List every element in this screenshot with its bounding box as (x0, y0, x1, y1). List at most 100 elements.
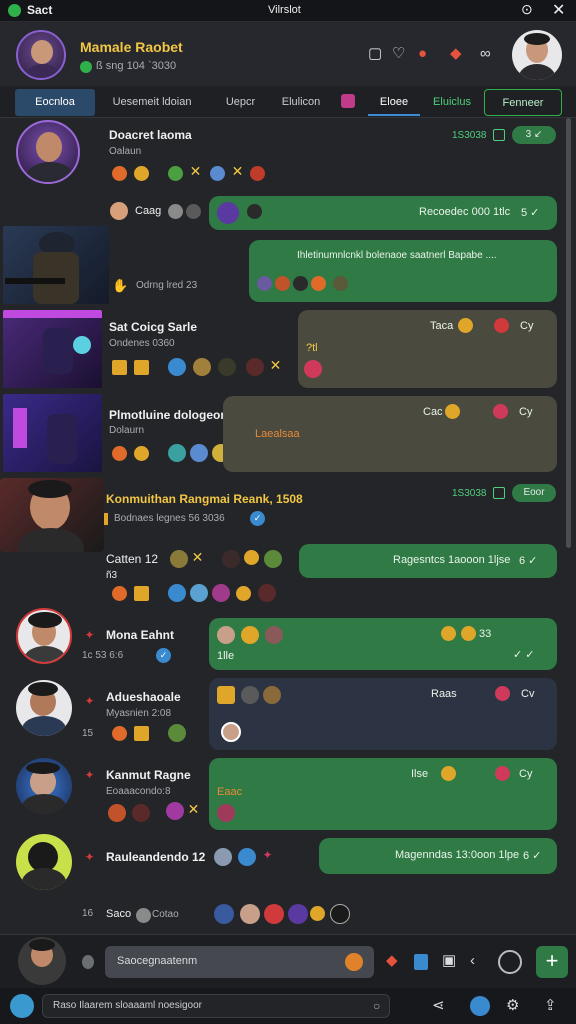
reaction-icon[interactable] (212, 584, 230, 602)
reaction-icon[interactable] (134, 446, 149, 461)
clock-icon[interactable] (498, 950, 522, 974)
message-bubble[interactable]: Cac Cy Laealsaa (223, 396, 557, 472)
reaction-icon[interactable] (311, 276, 326, 291)
message-input[interactable]: Saocegnaatenm (105, 946, 374, 978)
reaction-icon[interactable] (136, 908, 151, 923)
media-thumbnail[interactable] (3, 226, 109, 304)
reaction-icon[interactable] (168, 166, 183, 181)
reaction-icon[interactable] (250, 166, 265, 181)
tab-eocnloa[interactable]: Eocnloa (15, 89, 95, 116)
reaction-icon[interactable] (458, 318, 473, 333)
tab-fenneer[interactable]: Fenneer (484, 89, 562, 116)
reaction-icon[interactable] (186, 204, 201, 219)
reaction-icon[interactable] (445, 404, 460, 419)
message-bubble[interactable]: Magenndas 13:0oon 1lpe 6 ✓ (319, 838, 557, 874)
sticker-icon[interactable] (341, 94, 355, 108)
profile-avatar[interactable] (512, 30, 562, 80)
reaction-icon[interactable] (275, 276, 290, 291)
add-button[interactable]: + (536, 946, 568, 978)
reaction-icon[interactable] (217, 202, 239, 224)
reaction-icon[interactable] (217, 626, 235, 644)
reaction-icon[interactable] (264, 904, 284, 924)
location-icon[interactable]: ◆ (386, 951, 398, 971)
reaction-icon[interactable] (217, 686, 235, 704)
reaction-icon[interactable] (214, 848, 232, 866)
like-icon[interactable]: ✋ (112, 276, 128, 296)
scrollbar[interactable] (566, 118, 571, 548)
tab-elulicon[interactable]: Elulicon (272, 89, 330, 116)
search-icon[interactable]: ○ (373, 999, 380, 1013)
reaction-icon[interactable]: ✕ (186, 802, 201, 817)
reaction-icon[interactable] (166, 802, 184, 820)
reaction-icon[interactable] (108, 804, 126, 822)
reaction-icon[interactable] (132, 804, 150, 822)
avatar[interactable] (16, 680, 72, 736)
reaction-icon[interactable] (493, 404, 508, 419)
reaction-icon[interactable] (168, 358, 186, 376)
reaction-icon[interactable] (293, 276, 308, 291)
reaction-icon[interactable] (240, 904, 260, 924)
settings-icon[interactable]: ⚙ (506, 996, 519, 1016)
media-thumbnail[interactable] (3, 394, 102, 472)
reaction-icon[interactable] (214, 904, 234, 924)
avatar[interactable] (110, 202, 128, 220)
tab-eloee[interactable]: Eloee (368, 89, 420, 116)
avatar[interactable] (16, 758, 72, 814)
reaction-icon[interactable]: ✦ (260, 848, 275, 863)
message-bubble[interactable]: Raas Cv (209, 678, 557, 750)
mute-icon[interactable]: ● (418, 44, 427, 64)
reaction-icon[interactable] (495, 686, 510, 701)
avatar[interactable] (0, 478, 104, 552)
reaction-icon[interactable]: ✕ (188, 164, 203, 179)
reaction-icon[interactable] (168, 584, 186, 602)
reaction-icon[interactable] (190, 444, 208, 462)
reaction-icon[interactable]: ✕ (190, 550, 205, 565)
tab-uepcr[interactable]: Uepcr (213, 89, 268, 116)
call-icon[interactable]: ♡ (392, 44, 405, 64)
reaction-icon[interactable] (265, 626, 283, 644)
reaction-icon[interactable] (247, 204, 262, 219)
reaction-icon[interactable] (112, 360, 127, 375)
reaction-icon[interactable] (168, 204, 183, 219)
chat-icon[interactable] (470, 996, 490, 1016)
reaction-icon[interactable] (310, 906, 325, 921)
reaction-icon[interactable] (244, 550, 259, 565)
avatar[interactable] (16, 608, 72, 664)
upload-icon[interactable]: ⇪ (544, 996, 557, 1016)
avatar[interactable] (16, 834, 72, 890)
reaction-icon[interactable] (193, 358, 211, 376)
tab-eluiclus[interactable]: Eluiclus (424, 89, 480, 116)
reaction-icon[interactable] (222, 550, 240, 568)
search-input[interactable]: Raso Ilaarem sloaaaml noesigoor ○ (42, 994, 390, 1018)
avatar[interactable] (16, 30, 66, 80)
reaction-icon[interactable]: ✕ (230, 164, 245, 179)
reaction-icon[interactable] (263, 686, 281, 704)
reaction-icon[interactable] (441, 626, 456, 641)
message-bubble[interactable]: Ragesntcs 1aooon 1ljse 6 ✓ (299, 544, 557, 578)
message-bubble[interactable]: 33 1lle ✓ ✓ (209, 618, 557, 670)
reaction-icon[interactable] (257, 276, 272, 291)
message-bubble[interactable]: Recoedec 000 1tlc 5 ✓ (209, 196, 557, 230)
close-icon[interactable]: ✕ (552, 0, 565, 20)
reaction-icon[interactable] (241, 686, 259, 704)
reaction-icon[interactable] (190, 584, 208, 602)
reaction-icon[interactable] (461, 626, 476, 641)
reaction-icon[interactable] (168, 444, 186, 462)
reply-icon[interactable] (493, 487, 505, 499)
reaction-icon[interactable] (134, 586, 149, 601)
reaction-icon[interactable] (210, 166, 225, 181)
reaction-icon[interactable] (112, 446, 127, 461)
reaction-icon[interactable] (221, 722, 241, 742)
reaction-icon[interactable] (236, 586, 251, 601)
reaction-icon[interactable] (134, 166, 149, 181)
media-thumbnail[interactable] (3, 310, 102, 388)
link-icon[interactable]: ∞ (480, 44, 491, 64)
reaction-icon[interactable] (494, 318, 509, 333)
home-icon[interactable] (10, 994, 34, 1018)
message-bubble[interactable]: Ihletinumnlcnkl bolenaoe saatnerl Bapabe… (249, 240, 557, 302)
message-bubble[interactable]: Taca Cy ?tl (298, 310, 557, 388)
emoji-icon[interactable] (345, 953, 363, 971)
avatar[interactable] (18, 937, 66, 985)
reaction-icon[interactable] (288, 904, 308, 924)
reaction-icon[interactable] (168, 724, 186, 742)
